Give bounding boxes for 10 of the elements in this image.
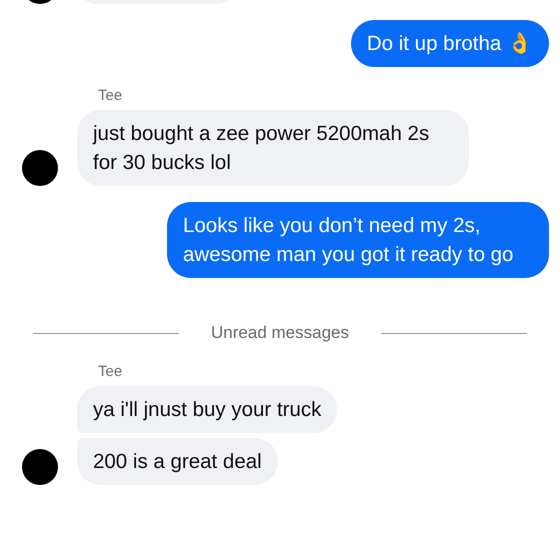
avatar xyxy=(22,449,58,485)
divider-label: Unread messages xyxy=(211,323,349,343)
message-bubble: 200 is a great deal xyxy=(77,438,278,485)
sender-name: Tee xyxy=(98,87,124,104)
message-bubble: Looks like you don’t need my 2s, awesome man you got it ready to go xyxy=(167,202,549,278)
avatar xyxy=(22,150,58,186)
message-bubble: Do it up brotha 👌 xyxy=(350,20,549,67)
message-bubble: just bought a zee power 5200mah 2s for 30 bucks lol xyxy=(77,110,469,186)
sender-name: Tee xyxy=(98,363,124,380)
message-bubble: ya i'll jnust buy your truck xyxy=(77,386,338,433)
